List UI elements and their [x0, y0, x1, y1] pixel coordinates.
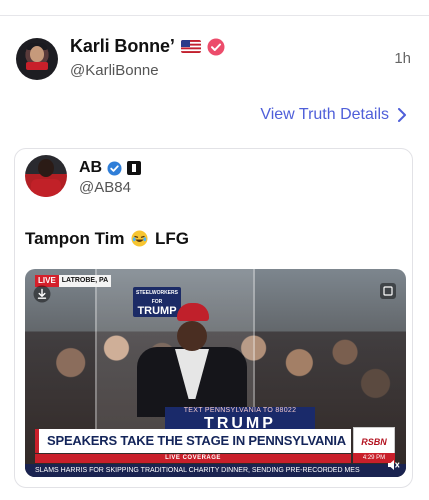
quoted-author-avatar[interactable]: [25, 155, 67, 197]
verified-badge-icon: [107, 161, 122, 176]
quoted-handle[interactable]: @AB84: [79, 179, 131, 196]
quoted-display-name[interactable]: AB: [79, 159, 102, 177]
live-coverage-bar: LIVE COVERAGE: [35, 454, 351, 463]
location-label: LATROBE, PA: [58, 275, 112, 287]
avatar-badge: [26, 62, 48, 70]
quoted-post-text: Tampon Tim LFG: [25, 229, 189, 249]
laughing-emoji-icon: [131, 230, 148, 247]
speaker-face: [177, 321, 207, 351]
post-timestamp: 1h: [394, 50, 411, 67]
quoted-name-row: AB: [79, 159, 142, 177]
author-display-name[interactable]: Karli Bonne’: [70, 36, 175, 57]
avatar-face: [30, 46, 44, 62]
podium-subtext: TEXT PENNSYLVANIA TO 88022: [183, 407, 297, 414]
view-truth-details-link[interactable]: View Truth Details: [260, 106, 407, 124]
quoted-text-part-2: LFG: [154, 229, 189, 248]
mute-volume-icon[interactable]: [386, 458, 400, 472]
quoted-post-card[interactable]: AB @AB84 Tampon Tim LFG STEELWORKERS FOR…: [14, 148, 413, 488]
avatar-shirt: [31, 179, 61, 197]
sign-line-1: STEELWORKERS: [136, 290, 178, 296]
author-handle[interactable]: @KarliBonne: [70, 62, 159, 79]
chevron-right-icon: [397, 108, 407, 122]
us-flag-icon: [180, 40, 201, 53]
video-sign-text: STEELWORKERS FOR TRUMP: [133, 289, 181, 317]
avatar-head: [38, 159, 54, 177]
video-player[interactable]: STEELWORKERS FOR TRUMP TEXT PENNSYLVANIA…: [25, 269, 406, 477]
speaker-hat: [177, 303, 209, 321]
download-icon[interactable]: [33, 285, 51, 303]
sign-line-3: TRUMP: [137, 305, 177, 317]
post-header: Karli Bonne’ @KarliBonne 1h: [0, 34, 429, 84]
top-divider: [0, 15, 429, 16]
news-ticker: SLAMS HARRIS FOR SKIPPING TRADITIONAL CH…: [25, 464, 406, 477]
app-badge-icon: [127, 161, 142, 175]
expand-icon[interactable]: [380, 283, 396, 299]
verified-badge-icon: [207, 38, 225, 56]
author-avatar[interactable]: [16, 38, 58, 80]
quoted-text-part-1: Tampon Tim: [25, 229, 125, 248]
view-truth-details-label: View Truth Details: [260, 106, 389, 123]
author-name-row: Karli Bonne’: [70, 36, 225, 57]
network-logo-text: RSBN: [361, 437, 387, 447]
headline-banner: SPEAKERS TAKE THE STAGE IN PENNSYLVANIA: [35, 429, 351, 453]
